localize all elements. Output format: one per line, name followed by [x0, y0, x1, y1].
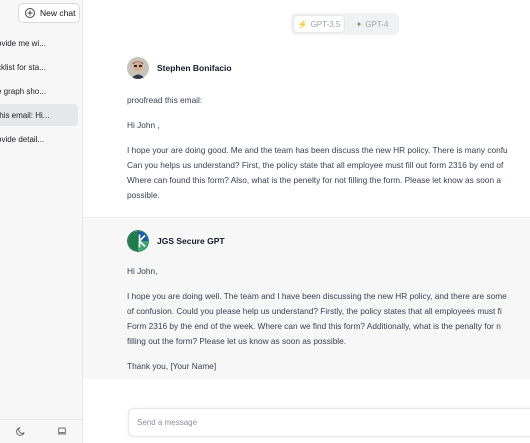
history-item-label: this email: Hi... [0, 110, 50, 120]
message-author-row: JGS Secure GPT [127, 230, 225, 252]
message-paragraph: Hi John, [127, 264, 530, 279]
moon-icon[interactable] [15, 423, 26, 441]
plus-circle-icon [25, 8, 35, 18]
laptop-icon[interactable] [57, 423, 67, 441]
sidebar-footer [0, 419, 82, 443]
message-paragraph: Thank you, [Your Name] [127, 359, 530, 374]
history-item[interactable]: cklist for sta... [0, 56, 82, 78]
model-label: GPT-4 [365, 19, 389, 29]
message-author-row: Stephen Bonifacio [127, 57, 232, 79]
model-option-gpt4[interactable]: ✦ GPT-4 [347, 15, 397, 33]
history-item-label: ovide me wi... [0, 38, 46, 48]
history-item-label: cklist for sta... [0, 62, 46, 72]
model-label: GPT-3.5 [310, 19, 341, 29]
message-line: I hope your are doing good. Me and the t… [127, 145, 508, 155]
message-author: Stephen Bonifacio [157, 63, 232, 73]
sidebar: New chat ovide me wi... cklist for sta..… [0, 0, 83, 443]
message-line: Thank you, [Your Name] [127, 361, 217, 371]
message-paragraph: Hi John , [127, 118, 530, 133]
assistant-message: JGS Secure GPT Hi John, I hope you are d… [83, 219, 530, 379]
message-body: Hi John, I hope you are doing well. The … [127, 264, 530, 384]
history-item-active[interactable]: this email: Hi... [0, 104, 78, 126]
message-input[interactable] [129, 409, 530, 436]
message-line: possible. [127, 190, 160, 200]
history-item[interactable]: ovide detail... [0, 128, 82, 150]
message-line: Hi John, [127, 266, 158, 276]
message-line: Where can found this form? Also, what is… [127, 175, 502, 185]
message-body: proofread this email: Hi John , I hope y… [127, 93, 530, 213]
new-chat-button[interactable]: New chat [18, 3, 80, 23]
message-line: filling out the form? Please let us know… [127, 336, 347, 346]
new-chat-label: New chat [40, 8, 76, 18]
message-line: I hope you are doing well. The team and … [127, 291, 507, 301]
history-item[interactable]: e graph sho... [0, 80, 82, 102]
user-avatar [127, 57, 149, 79]
history-item-label: e graph sho... [0, 86, 46, 96]
chat-main: ⚡ GPT-3.5 ✦ GPT-4 Stephen Bonifacio proo… [83, 0, 530, 443]
message-line: Hi John , [127, 120, 160, 130]
message-line: proofread this email: [127, 95, 203, 105]
chat-history: ovide me wi... cklist for sta... e graph… [0, 32, 82, 152]
history-item-label: ovide detail... [0, 134, 45, 144]
user-message: Stephen Bonifacio proofread this email: … [83, 48, 530, 218]
message-paragraph: proofread this email: [127, 93, 530, 108]
model-option-gpt35[interactable]: ⚡ GPT-3.5 [293, 15, 345, 33]
bolt-icon: ⚡ [297, 19, 308, 29]
message-paragraph: I hope you are doing well. The team and … [127, 289, 530, 349]
sparkle-icon: ✦ [355, 19, 363, 29]
message-line: Form 2316 by the end of the week. Where … [127, 321, 501, 331]
message-line: of confusion. Could you please help us u… [127, 306, 502, 316]
message-paragraph: I hope your are doing good. Me and the t… [127, 143, 530, 203]
message-author: JGS Secure GPT [157, 236, 225, 246]
history-item[interactable]: ovide me wi... [0, 32, 82, 54]
message-composer [128, 408, 530, 437]
jgs-logo-icon [127, 230, 149, 252]
model-selector: ⚡ GPT-3.5 ✦ GPT-4 [291, 13, 399, 35]
message-line: Can you helps us understand? First, the … [127, 160, 504, 170]
